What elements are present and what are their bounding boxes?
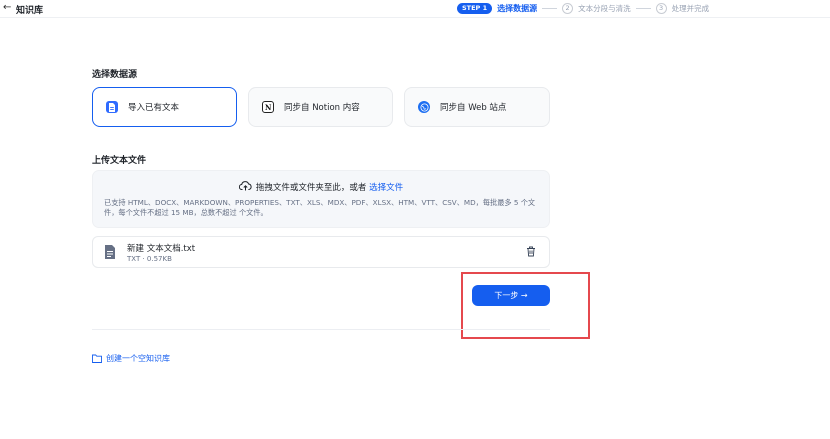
- cloud-upload-icon: [238, 181, 252, 191]
- file-icon: [106, 101, 118, 113]
- create-empty-label: 创建一个空知识库: [106, 354, 170, 363]
- svg-text:N: N: [265, 103, 272, 111]
- step-connector: [542, 7, 558, 9]
- step-2-label: 文本分段与清洗: [578, 3, 631, 13]
- back-arrow-icon[interactable]: ←: [3, 2, 11, 13]
- step-2-number: 2: [562, 2, 574, 14]
- step-1-badge: STEP 1: [457, 2, 493, 14]
- divider: [92, 329, 550, 330]
- dropzone-prompt: 拖拽文件或文件夹至此，或者 选择文件: [93, 181, 549, 193]
- source-option-label: 导入已有文本: [128, 103, 180, 113]
- source-option-web[interactable]: 同步自 Web 站点: [404, 87, 550, 127]
- source-option-label: 同步自 Web 站点: [440, 103, 507, 113]
- datasource-heading: 选择数据源: [92, 70, 138, 80]
- file-dropzone[interactable]: 拖拽文件或文件夹至此，或者 选择文件 已支持 HTML、DOCX、MARKDOW…: [92, 170, 550, 228]
- source-option-label: 同步自 Notion 内容: [284, 103, 360, 113]
- source-option-notion[interactable]: N 同步自 Notion 内容: [248, 87, 393, 127]
- txt-file-icon: [104, 245, 116, 262]
- step-connector: [635, 7, 651, 9]
- step-1-label: 选择数据源: [497, 3, 538, 13]
- source-option-import-text[interactable]: 导入已有文本: [92, 87, 237, 127]
- step-3-label: 处理并完成: [671, 3, 710, 13]
- folder-icon: [92, 354, 102, 363]
- create-empty-knowledge-link[interactable]: 创建一个空知识库: [92, 353, 170, 364]
- drag-text: 拖拽文件或文件夹至此，或者: [255, 183, 370, 193]
- select-file-link[interactable]: 选择文件: [369, 183, 403, 193]
- notion-icon: N: [262, 101, 274, 113]
- supported-formats-text: 已支持 HTML、DOCX、MARKDOWN、PROPERTIES、TXT、XL…: [104, 198, 536, 217]
- stepper: STEP 1 选择数据源 2 文本分段与清洗 3 处理并完成: [457, 1, 709, 15]
- globe-icon: [418, 101, 430, 113]
- step-3-number: 3: [655, 2, 667, 14]
- file-name: 新建 文本文档.txt: [127, 244, 196, 254]
- file-meta: TXT · 0.57KB: [127, 255, 172, 263]
- uploaded-file-item: 新建 文本文档.txt TXT · 0.57KB: [92, 236, 550, 268]
- top-bar: ← 知识库 STEP 1 选择数据源 2 文本分段与清洗 3 处理并完成: [0, 0, 830, 18]
- trash-icon[interactable]: [526, 246, 536, 260]
- page-title: 知识库: [16, 6, 44, 16]
- upload-heading: 上传文本文件: [92, 156, 147, 166]
